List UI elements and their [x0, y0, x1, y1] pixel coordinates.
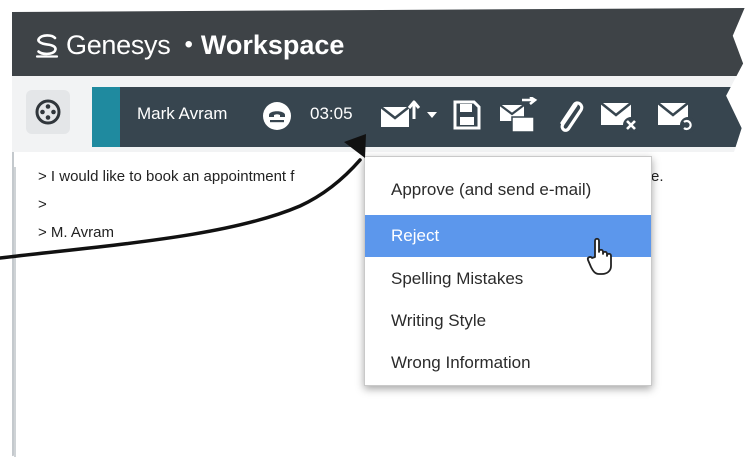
- delete-email-icon[interactable]: [598, 97, 644, 137]
- email-line: > I would like to book an appointment f: [38, 168, 295, 185]
- main-menu-icon: [35, 99, 61, 125]
- brand: Genesys • Workspace: [32, 28, 344, 62]
- interaction-bar: Mark Avram 03:05: [92, 87, 747, 147]
- main-menu-button[interactable]: [26, 90, 70, 134]
- send-review-icon[interactable]: [378, 97, 422, 131]
- brand-name: Genesys: [66, 29, 171, 60]
- attach-icon[interactable]: [552, 97, 586, 137]
- dropdown-caret-icon[interactable]: [425, 109, 439, 121]
- title-bar: Genesys • Workspace: [12, 8, 747, 76]
- content-divider: [14, 167, 16, 457]
- toolbar: Mark Avram 03:05: [12, 76, 747, 152]
- email-line: >: [38, 196, 47, 213]
- contact-name[interactable]: Mark Avram: [137, 104, 227, 124]
- genesys-logo-icon: [35, 34, 59, 58]
- more-email-icon[interactable]: [655, 97, 701, 137]
- email-line-fragment: e.: [651, 168, 664, 185]
- voice-channel-icon[interactable]: [260, 99, 294, 133]
- product-name: Workspace: [200, 29, 345, 60]
- hand-cursor-icon: [586, 237, 612, 275]
- email-line: > M. Avram: [38, 224, 114, 241]
- transfer-icon[interactable]: [498, 97, 540, 135]
- interaction-timer: 03:05: [310, 104, 353, 123]
- save-icon[interactable]: [452, 99, 482, 131]
- menu-item-wrong-information[interactable]: Wrong Information: [365, 342, 651, 384]
- menu-item-writing-style[interactable]: Writing Style: [365, 300, 651, 342]
- reject-reason-menu: Approve (and send e-mail) Reject Spellin…: [364, 156, 652, 386]
- brand-separator: •: [184, 31, 193, 58]
- menu-item-approve[interactable]: Approve (and send e-mail): [365, 169, 651, 211]
- interaction-accent: [92, 87, 120, 147]
